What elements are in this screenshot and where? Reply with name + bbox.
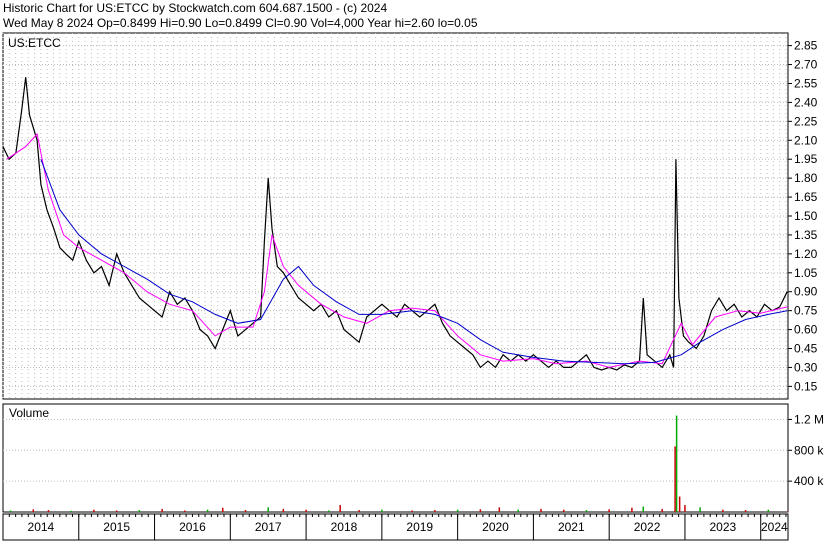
volume-panel-title: Volume — [9, 406, 49, 420]
price-tick-label: 2.10 — [794, 133, 818, 147]
price-tick-label: 0.75 — [794, 304, 818, 318]
price-tick-label: 1.65 — [794, 190, 818, 204]
price-tick-label: 2.55 — [794, 76, 818, 90]
volume-bar — [767, 509, 770, 512]
volume-bar — [479, 509, 482, 512]
year-label: 2020 — [482, 520, 509, 534]
price-tick-label: 0.45 — [794, 342, 818, 356]
volume-bar — [456, 509, 459, 512]
price-tick-label: 2.25 — [794, 114, 818, 128]
volume-bar — [675, 415, 678, 512]
price-panel-title: US:ETCC — [8, 36, 61, 50]
volume-bar — [32, 509, 35, 512]
volume-bar — [339, 505, 341, 512]
volume-bar — [9, 510, 12, 512]
volume-tick-label: 800 k — [794, 443, 824, 457]
volume-bar — [585, 510, 588, 512]
volume-bar — [661, 508, 663, 512]
volume-bar — [498, 507, 501, 512]
year-label: 2023 — [709, 520, 736, 534]
volume-panel: Volume 1.2 M 800 k 400 k — [2, 403, 824, 513]
price-tick-label: 1.35 — [794, 228, 818, 242]
volume-bar — [358, 510, 360, 512]
volume-bar — [328, 510, 330, 512]
volume-bar — [47, 510, 50, 512]
year-label: 2019 — [406, 520, 433, 534]
volume-bar — [161, 508, 163, 512]
volume-bar — [221, 507, 224, 512]
volume-bar — [206, 509, 209, 512]
price-tick-label: 0.60 — [794, 323, 818, 337]
price-panel: 2.85 2.70 2.55 2.40 2.25 2.10 1.95 1.80 1.65 1.50… — [2, 32, 818, 400]
price-tick-label: 0.90 — [794, 285, 818, 299]
volume-bar — [138, 510, 141, 512]
price-tick-label: 1.20 — [794, 247, 818, 261]
volume-bar — [244, 510, 247, 512]
volume-bar — [744, 510, 747, 512]
year-label: 2024 — [761, 520, 788, 534]
price-tick-label: 2.85 — [794, 39, 818, 53]
volume-tick-label: 400 k — [794, 474, 824, 488]
chart-window: Historic Chart for US:ETCC by Stockwatch… — [0, 0, 830, 543]
volume-bar — [722, 509, 724, 512]
price-tick-label: 1.95 — [794, 152, 818, 166]
year-label: 2018 — [331, 520, 358, 534]
volume-panel-frame — [2, 403, 789, 513]
year-label: 2014 — [28, 520, 55, 534]
volume-bar — [674, 446, 676, 512]
year-label: 2021 — [558, 520, 585, 534]
price-tick-label: 2.70 — [794, 58, 818, 72]
year-label: 2022 — [634, 520, 661, 534]
volume-bar — [517, 509, 520, 512]
price-tick-label: 2.40 — [794, 95, 818, 109]
volume-bar — [434, 510, 436, 512]
year-label: 2017 — [255, 520, 282, 534]
volume-tick-label: 1.2 M — [794, 412, 824, 426]
year-label: 2016 — [179, 520, 206, 534]
historic-chart: 2.85 2.70 2.55 2.40 2.25 2.10 1.95 1.80 1.65 1.50… — [2, 32, 824, 541]
volume-bar — [267, 507, 269, 512]
volume-bar — [699, 507, 701, 512]
price-tick-label: 1.80 — [794, 171, 818, 185]
volume-bar — [684, 505, 686, 512]
volume-bar — [678, 496, 681, 512]
volume-bar — [562, 509, 565, 512]
volume-bar — [282, 508, 285, 512]
price-tick-label: 0.15 — [794, 379, 818, 393]
volume-bar — [305, 509, 307, 512]
price-tick-label: 1.50 — [794, 209, 818, 223]
volume-bar — [631, 507, 633, 512]
volume-bar — [642, 506, 645, 512]
price-tick-label: 0.30 — [794, 360, 818, 374]
time-axis: 2014 2015 2016 2017 2018 2019 2020 2021 2022 2023… — [2, 513, 789, 541]
volume-bar — [93, 509, 95, 512]
volume-bar — [381, 509, 383, 512]
volume-bar — [115, 510, 118, 512]
volume-bar — [411, 510, 413, 512]
volume-bar — [540, 508, 542, 512]
volume-bar — [184, 510, 186, 512]
price-tick-label: 1.05 — [794, 266, 818, 280]
volume-bar — [70, 510, 72, 512]
year-label: 2015 — [103, 520, 130, 534]
volume-bar — [608, 509, 610, 512]
